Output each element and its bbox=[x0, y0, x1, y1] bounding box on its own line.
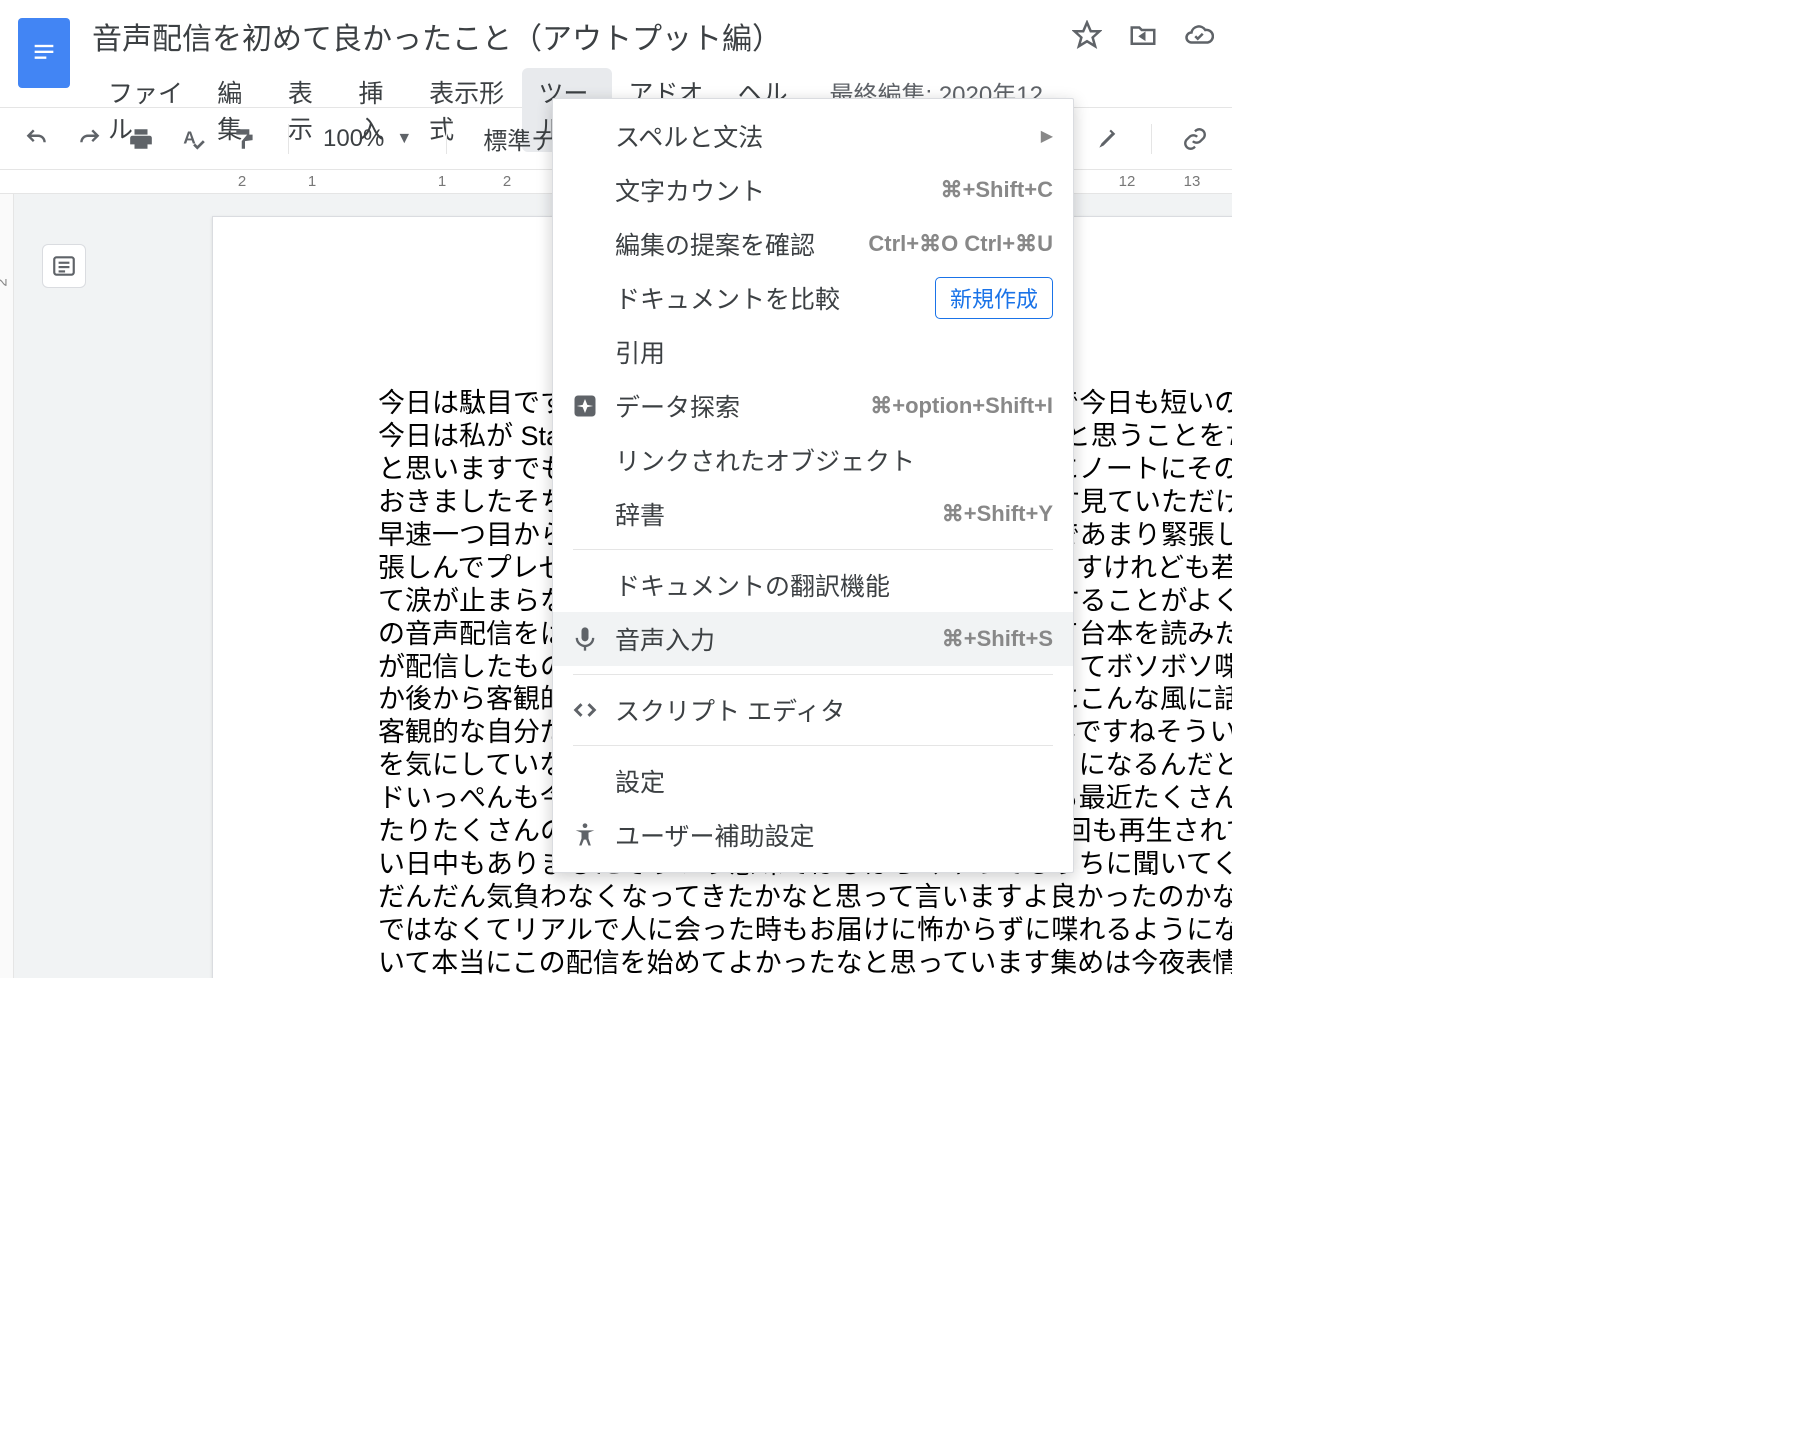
zoom-value: 100% bbox=[323, 125, 384, 153]
outline-toggle-button[interactable] bbox=[42, 244, 86, 288]
menu-item-label: データ探索 bbox=[615, 388, 740, 424]
shortcut-label: ⌘+Shift+C bbox=[941, 177, 1053, 203]
print-button[interactable] bbox=[124, 122, 158, 156]
menu-script-editor[interactable]: スクリプト エディタ bbox=[553, 683, 1073, 737]
menu-linked-objects[interactable]: リンクされたオブジェクト bbox=[553, 433, 1073, 487]
ruler-tick: 2 bbox=[238, 173, 246, 190]
text-line[interactable]: いて本当にこの配信を始めてよかったなと思っています集めは今夜表情の演技 bbox=[378, 947, 1232, 978]
ruler-tick: 13 bbox=[1184, 173, 1201, 190]
text-line[interactable]: だんだん気負わなくなってきたかなと思って言いますよ良かったのかなと思ってい bbox=[378, 881, 1232, 914]
menu-item-label: スペルと文法 bbox=[615, 118, 763, 154]
undo-button[interactable] bbox=[20, 122, 54, 156]
docs-logo-icon bbox=[30, 39, 58, 67]
toolbar-separator bbox=[446, 124, 447, 154]
cloud-status-icon[interactable] bbox=[1184, 20, 1214, 50]
toolbar-separator bbox=[1151, 124, 1152, 154]
menu-item-label: スクリプト エディタ bbox=[615, 692, 845, 728]
tools-dropdown-menu: スペルと文法 ▶ 文字カウント ⌘+Shift+C 編集の提案を確認 Ctrl+… bbox=[552, 98, 1074, 873]
chevron-down-icon: ▼ bbox=[396, 130, 412, 148]
ruler-tick: 2 bbox=[503, 173, 511, 190]
insert-link-button[interactable] bbox=[1178, 122, 1212, 156]
menu-item-label: 編集の提案を確認 bbox=[615, 226, 815, 262]
menu-translate-document[interactable]: ドキュメントの翻訳機能 bbox=[553, 558, 1073, 612]
menu-separator bbox=[573, 549, 1053, 550]
menu-separator bbox=[573, 674, 1053, 675]
paint-format-button[interactable] bbox=[228, 122, 262, 156]
shortcut-label: ⌘+Shift+S bbox=[942, 626, 1053, 652]
chevron-right-icon: ▶ bbox=[1041, 126, 1053, 146]
ruler-tick: 2 bbox=[0, 278, 11, 286]
menu-item-label: ユーザー補助設定 bbox=[615, 817, 815, 853]
shortcut-label: ⌘+option+Shift+I bbox=[870, 393, 1053, 419]
menu-item-label: 文字カウント bbox=[615, 172, 765, 208]
toolbar-separator bbox=[288, 124, 289, 154]
redo-button[interactable] bbox=[72, 122, 106, 156]
shortcut-label: Ctrl+⌘O Ctrl+⌘U bbox=[868, 231, 1053, 257]
menu-word-count[interactable]: 文字カウント ⌘+Shift+C bbox=[553, 163, 1073, 217]
menu-item-label: 引用 bbox=[615, 334, 665, 370]
menu-spelling-grammar[interactable]: スペルと文法 ▶ bbox=[553, 109, 1073, 163]
zoom-select[interactable]: 100% ▼ bbox=[315, 125, 420, 153]
menu-item-label: 辞書 bbox=[615, 496, 665, 532]
menu-review-suggestions[interactable]: 編集の提案を確認 Ctrl+⌘O Ctrl+⌘U bbox=[553, 217, 1073, 271]
menu-item-label: 音声入力 bbox=[615, 621, 715, 657]
menu-item-label: リンクされたオブジェクト bbox=[615, 442, 915, 478]
menu-item-label: ドキュメントを比較 bbox=[615, 280, 840, 316]
text-line[interactable]: ではなくてリアルで人に会った時もお届けに怖からずに喋れるようになってき bbox=[378, 914, 1232, 947]
ruler-tick: 1 bbox=[438, 173, 446, 190]
shortcut-label: ⌘+Shift+Y bbox=[942, 501, 1053, 527]
accessibility-icon bbox=[571, 821, 599, 849]
highlight-button[interactable] bbox=[1091, 122, 1125, 156]
menu-item-label: 設定 bbox=[615, 763, 665, 799]
menu-preferences[interactable]: 設定 bbox=[553, 754, 1073, 808]
document-title[interactable]: 音声配信を初めて良かったこと（アウトプット編） bbox=[92, 10, 1052, 62]
vertical-ruler[interactable]: 2 bbox=[0, 194, 14, 978]
move-folder-icon[interactable] bbox=[1128, 20, 1158, 50]
code-icon bbox=[571, 696, 599, 724]
menu-separator bbox=[573, 745, 1053, 746]
ruler-tick: 12 bbox=[1119, 173, 1136, 190]
app-header: 音声配信を初めて良かったこと（アウトプット編） ファイル 編集 表示 挿入 表示… bbox=[0, 0, 1232, 108]
docs-logo[interactable] bbox=[18, 18, 70, 88]
explore-icon bbox=[571, 392, 599, 420]
header-icons bbox=[1072, 20, 1214, 50]
star-icon[interactable] bbox=[1072, 20, 1102, 50]
menu-accessibility[interactable]: ユーザー補助設定 bbox=[553, 808, 1073, 862]
menu-voice-typing[interactable]: 音声入力 ⌘+Shift+S bbox=[553, 612, 1073, 666]
menu-explore[interactable]: データ探索 ⌘+option+Shift+I bbox=[553, 379, 1073, 433]
spellcheck-button[interactable]: A bbox=[176, 122, 210, 156]
menu-citations[interactable]: 引用 bbox=[553, 325, 1073, 379]
menu-compare-documents[interactable]: ドキュメントを比較 新規作成 bbox=[553, 271, 1073, 325]
menu-dictionary[interactable]: 辞書 ⌘+Shift+Y bbox=[553, 487, 1073, 541]
menu-item-label: ドキュメントの翻訳機能 bbox=[615, 567, 890, 603]
new-badge: 新規作成 bbox=[935, 277, 1053, 319]
ruler-tick: 1 bbox=[308, 173, 316, 190]
mic-icon bbox=[571, 625, 599, 653]
